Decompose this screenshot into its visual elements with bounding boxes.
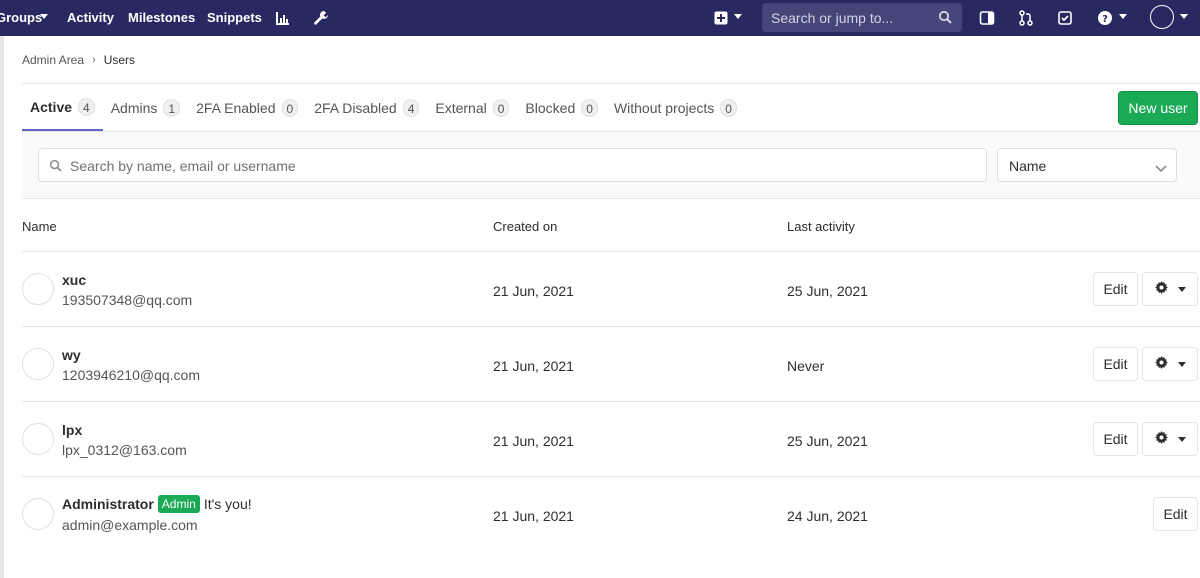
- user-email: 193507348@qq.com: [62, 292, 193, 308]
- user-avatar-icon[interactable]: [1150, 5, 1174, 29]
- tab-count-badge: 0: [720, 98, 737, 117]
- user-name-link[interactable]: wy: [62, 347, 81, 363]
- column-header-last-activity: Last activity: [787, 219, 855, 234]
- user-search-placeholder: Search by name, email or username: [70, 158, 296, 174]
- sort-dropdown[interactable]: Name: [997, 148, 1177, 182]
- chart-icon[interactable]: [273, 8, 293, 28]
- sidebar-toggle-icon[interactable]: [977, 8, 997, 28]
- nav-snippets-link[interactable]: Snippets: [207, 10, 262, 25]
- user-search-input[interactable]: Search by name, email or username: [38, 148, 987, 182]
- caret-down-icon: [1177, 361, 1186, 367]
- user-name-link[interactable]: lpx: [62, 422, 82, 438]
- tab-external[interactable]: External 0: [427, 84, 517, 131]
- column-header-name: Name: [22, 219, 57, 234]
- divider: [22, 476, 1200, 477]
- divider: [22, 326, 1200, 327]
- tab-2fa-enabled[interactable]: 2FA Enabled 0: [188, 84, 306, 131]
- plus-square-icon[interactable]: [711, 8, 731, 28]
- tab-label: Admins: [110, 99, 158, 116]
- merge-request-icon[interactable]: [1016, 8, 1036, 28]
- avatar[interactable]: [22, 498, 54, 530]
- column-header-created: Created on: [493, 219, 558, 234]
- top-navbar: Groups Activity Milestones Snippets Sear…: [0, 0, 1200, 36]
- tab-2fa-disabled[interactable]: 2FA Disabled 4: [306, 84, 427, 131]
- created-date: 21 Jun, 2021: [493, 358, 574, 374]
- search-icon: [49, 159, 62, 175]
- tab-count-badge: 0: [492, 98, 510, 117]
- edit-user-button[interactable]: Edit: [1153, 497, 1198, 531]
- nav-groups-link[interactable]: Groups: [0, 10, 42, 25]
- nav-activity-link[interactable]: Activity: [67, 10, 114, 25]
- filter-bar: Search by name, email or username Name: [22, 132, 1200, 199]
- nav-milestones-link[interactable]: Milestones: [128, 10, 195, 25]
- user-dropdown-caret[interactable]: [1180, 14, 1188, 19]
- tab-count-badge: 1: [163, 98, 181, 117]
- last-activity-date: 24 Jun, 2021: [787, 508, 868, 524]
- user-filter-tabs: Active 4 Admins 1 2FA Enabled 0 2FA Disable…: [22, 84, 745, 131]
- help-icon[interactable]: ?: [1095, 8, 1115, 28]
- last-activity-date: 25 Jun, 2021: [787, 283, 868, 299]
- tab-without-projects[interactable]: Without projects 0: [606, 84, 745, 131]
- sort-value: Name: [1009, 158, 1047, 174]
- chevron-right-icon: ›: [92, 54, 96, 66]
- created-date: 21 Jun, 2021: [493, 433, 574, 449]
- global-search-box[interactable]: Search or jump to...: [762, 3, 962, 32]
- wrench-icon[interactable]: [311, 8, 331, 28]
- gear-icon: [1154, 281, 1168, 297]
- todo-check-icon[interactable]: [1055, 8, 1075, 28]
- chevron-down-icon: [1155, 160, 1167, 176]
- help-dropdown-caret[interactable]: [1119, 14, 1127, 19]
- gear-icon: [1154, 356, 1168, 372]
- user-email: admin@example.com: [62, 517, 198, 533]
- tab-count-badge: 0: [581, 98, 598, 117]
- breadcrumb: Admin Area › Users: [22, 53, 135, 67]
- tab-count-badge: 4: [402, 98, 420, 117]
- breadcrumb-current: Users: [103, 53, 136, 67]
- breadcrumb-admin-area-link[interactable]: Admin Area: [22, 53, 84, 67]
- left-edge-strip: [0, 36, 4, 578]
- tab-label: 2FA Enabled: [196, 99, 276, 116]
- tab-count-badge: 0: [281, 98, 299, 117]
- svg-text:?: ?: [1102, 14, 1108, 25]
- avatar[interactable]: [22, 348, 54, 380]
- last-activity-date: 25 Jun, 2021: [787, 433, 868, 449]
- avatar[interactable]: [22, 423, 54, 455]
- tab-blocked[interactable]: Blocked 0: [517, 84, 606, 131]
- user-actions-dropdown[interactable]: [1142, 272, 1198, 306]
- groups-dropdown-caret[interactable]: [40, 14, 48, 19]
- tab-admins[interactable]: Admins 1: [103, 84, 188, 131]
- tab-label: Blocked: [525, 99, 576, 116]
- caret-down-icon: [1177, 436, 1186, 442]
- user-email: lpx_0312@163.com: [62, 442, 187, 458]
- divider: [22, 251, 1200, 252]
- tab-label: External: [435, 99, 487, 116]
- created-date: 21 Jun, 2021: [493, 508, 574, 524]
- tab-active[interactable]: Active 4: [22, 84, 103, 131]
- tab-label: Active: [30, 98, 73, 115]
- avatar[interactable]: [22, 273, 54, 305]
- admin-badge: Admin: [157, 495, 200, 513]
- user-email: 1203946210@qq.com: [62, 367, 200, 383]
- search-icon: [938, 10, 952, 27]
- its-you-note: It's you!: [203, 496, 252, 512]
- plus-dropdown-caret[interactable]: [734, 14, 742, 19]
- edit-user-button[interactable]: Edit: [1093, 347, 1138, 381]
- last-activity-date: Never: [787, 358, 825, 374]
- tab-label: Without projects: [613, 99, 715, 116]
- user-actions-dropdown[interactable]: [1142, 347, 1198, 381]
- global-search-placeholder: Search or jump to...: [771, 10, 894, 26]
- user-name-link[interactable]: Administrator: [62, 496, 154, 512]
- gear-icon: [1154, 431, 1168, 447]
- user-actions-dropdown[interactable]: [1142, 422, 1198, 456]
- user-name-cell: Administrator Admin It's you!: [62, 495, 252, 513]
- tab-label: 2FA Disabled: [314, 99, 397, 116]
- new-user-button[interactable]: New user: [1118, 91, 1198, 125]
- tab-count-badge: 4: [78, 97, 95, 116]
- divider: [22, 401, 1200, 402]
- edit-user-button[interactable]: Edit: [1093, 422, 1138, 456]
- edit-user-button[interactable]: Edit: [1093, 272, 1138, 306]
- created-date: 21 Jun, 2021: [493, 283, 574, 299]
- caret-down-icon: [1177, 286, 1186, 292]
- user-name-link[interactable]: xuc: [62, 272, 86, 288]
